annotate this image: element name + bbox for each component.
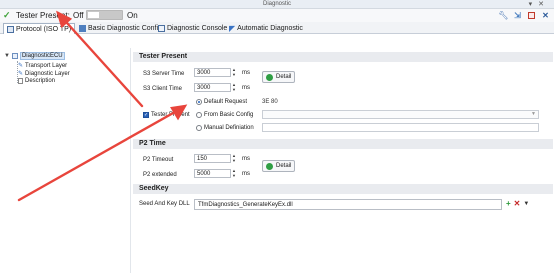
dropdown-arrow-icon[interactable]: ▼	[523, 201, 529, 207]
p2-extended-spinner[interactable]: ▲ ▼	[232, 169, 238, 178]
tab-diagnostic-console[interactable]: Diagnostic Console	[155, 23, 230, 34]
radio-selected-icon	[196, 99, 202, 105]
tab-bar: Protocol (ISO TP) Basic Diagnostic Confi…	[0, 22, 554, 34]
tree-item-label: Transport Layer	[25, 62, 68, 69]
toolbar-icons: 🔧︎ ⇲ ✕	[498, 11, 550, 20]
unit-label: ms	[242, 70, 250, 76]
s3-server-label: S3 Server Time	[143, 71, 185, 77]
radio-from-basic-config[interactable]: From Basic Config	[196, 112, 253, 118]
tab-basic-config[interactable]: Basic Diagnostic Config	[76, 23, 165, 34]
radio-label: From Basic Config	[204, 112, 254, 118]
manual-definition-input[interactable]	[262, 123, 539, 132]
toggle-on-label: On	[127, 11, 138, 20]
seed-key-dll-input[interactable]: TfmDiagnostics_GenerateKeyEx.dll	[194, 199, 502, 210]
check-icon: ✓	[3, 10, 11, 20]
send-icon: ◤	[229, 24, 236, 33]
s3-server-spinner[interactable]: ▲ ▼	[232, 68, 238, 77]
default-request-value: 3E 80	[262, 99, 278, 105]
close-icon[interactable]: ✕	[541, 11, 550, 20]
detail-icon	[266, 73, 273, 81]
tester-present-label: Tester Present:	[16, 11, 70, 20]
p2-extended-label: P2 extended	[143, 172, 177, 178]
detail-label: Detail	[276, 163, 292, 169]
tree-item-label: Diagnostic Layer	[25, 70, 70, 77]
p2-timeout-spinner[interactable]: ▲ ▼	[232, 154, 238, 163]
radio-label: Manual Definiation	[204, 125, 254, 131]
protocol-icon	[7, 25, 14, 33]
wrench-icon[interactable]: 🔧︎	[498, 11, 508, 20]
collapse-icon[interactable]: ▼	[4, 53, 10, 59]
document-icon	[18, 78, 23, 84]
undock-icon[interactable]: ⇲	[513, 11, 522, 20]
radio-default-request[interactable]: Default Request	[196, 99, 247, 105]
tab-protocol[interactable]: Protocol (ISO TP)	[3, 23, 76, 34]
tree-item-label: Description	[25, 78, 56, 84]
p2-timeout-input[interactable]: 150	[194, 154, 231, 163]
tab-label: Basic Diagnostic Config	[88, 25, 162, 32]
toolbar: ✓ Tester Present: Off On 🔧︎ ⇲ ✕	[0, 9, 554, 22]
s3-client-label: S3 Client Time	[143, 86, 183, 92]
tab-automatic-diagnostic[interactable]: ◤ Automatic Diagnostic	[226, 23, 306, 34]
window-close-icon[interactable]: ✕	[538, 1, 550, 8]
detail-icon	[266, 162, 273, 170]
unit-label: ms	[242, 171, 250, 177]
s3-server-input[interactable]: 3000	[194, 68, 231, 77]
toggle-off-label: Off	[73, 11, 84, 20]
window-titlebar: Diagnostic ▾✕	[0, 0, 554, 9]
ecu-icon	[11, 53, 18, 59]
console-icon	[158, 25, 165, 32]
p2-time-detail-button[interactable]: Detail	[262, 160, 295, 172]
tab-label: Automatic Diagnostic	[237, 25, 303, 32]
tab-label: Diagnostic Console	[167, 25, 228, 32]
seed-key-dll-label: Seed And Key DLL	[139, 201, 190, 207]
remove-icon[interactable]: ✕	[514, 199, 521, 208]
radio-manual-definition[interactable]: Manual Definiation	[196, 125, 254, 131]
seed-key-dll-actions: + ✕ ▼	[506, 199, 529, 208]
window-buttons: ▾✕	[529, 0, 550, 8]
tester-present-detail-button[interactable]: Detail	[262, 71, 295, 83]
tree-item-transport-layer[interactable]: ✎ Transport Layer	[18, 62, 68, 70]
unit-label: ms	[242, 156, 250, 162]
pin-icon[interactable]: ▾	[529, 1, 539, 8]
config-icon	[79, 25, 86, 32]
p2-extended-input[interactable]: 5000	[194, 169, 231, 178]
tree-item-description[interactable]: Description	[18, 78, 55, 84]
radio-unselected-icon	[196, 125, 202, 131]
save-icon[interactable]	[527, 11, 536, 20]
radio-label: Default Request	[204, 99, 248, 105]
section-header-seedkey: SeedKey	[133, 184, 553, 194]
p2-timeout-label: P2 Timeout	[143, 157, 174, 163]
section-header-tester-present: Tester Present	[133, 52, 553, 62]
checkbox-label: Tester Present	[151, 112, 190, 118]
tester-present-toggle[interactable]	[86, 10, 123, 20]
navigation-tree: ▼ DiagnosticECU ✎ Transport Layer ✎ Diag…	[0, 48, 128, 273]
tree-root-diagnosticecu[interactable]: ▼ DiagnosticECU	[4, 52, 65, 60]
radio-unselected-icon	[196, 112, 202, 118]
window-title: Diagnostic	[262, 1, 291, 7]
checkbox-checked-icon: ✓	[143, 112, 149, 118]
section-header-p2-time: P2 Time	[133, 139, 553, 149]
tree-root-label: DiagnosticECU	[19, 52, 65, 60]
basic-config-dropdown[interactable]: ▼	[262, 110, 539, 119]
toggle-knob	[88, 12, 99, 18]
s3-client-spinner[interactable]: ▲ ▼	[232, 83, 238, 92]
s3-client-input[interactable]: 3000	[194, 83, 231, 92]
tab-label: Protocol (ISO TP)	[16, 25, 72, 33]
detail-label: Detail	[276, 74, 292, 80]
pencil-icon: ✎	[18, 63, 24, 69]
dropdown-arrow-icon: ▼	[531, 111, 536, 117]
pencil-icon: ✎	[18, 71, 24, 77]
tester-present-checkbox[interactable]: ✓ Tester Present	[143, 112, 190, 118]
add-icon[interactable]: +	[506, 199, 511, 208]
unit-label: ms	[242, 85, 250, 91]
settings-panel: Tester Present S3 Server Time 3000 ▲ ▼ ms…	[130, 48, 554, 273]
tree-item-diagnostic-layer[interactable]: ✎ Diagnostic Layer	[18, 70, 70, 78]
